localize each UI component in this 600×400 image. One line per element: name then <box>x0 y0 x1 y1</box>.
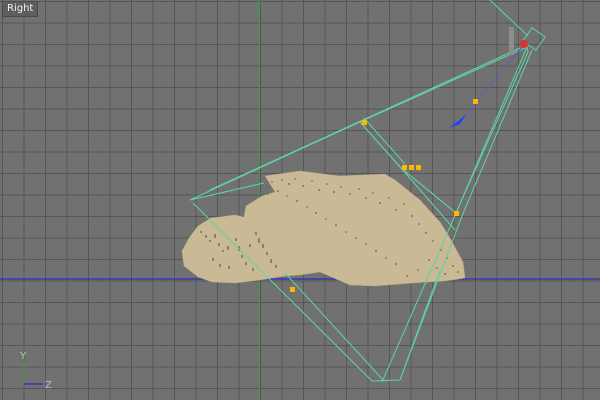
tripod-vertical-label: Y <box>19 351 27 362</box>
axis-tripod: Y Z <box>19 351 52 391</box>
viewport-right[interactable]: Right Y Z <box>0 0 600 400</box>
tripod-horizontal-label: Z <box>45 380 52 391</box>
